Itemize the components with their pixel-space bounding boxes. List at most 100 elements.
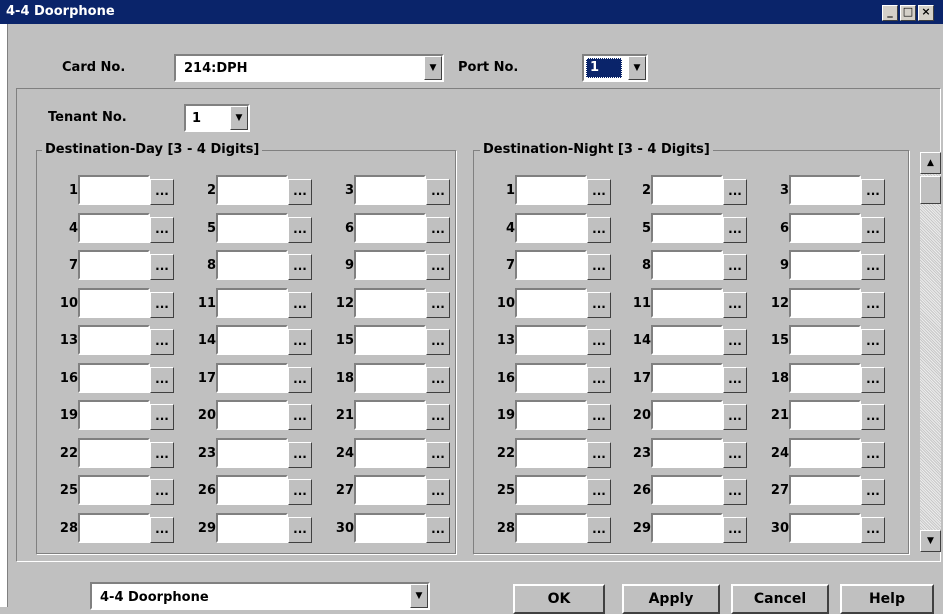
- night-destination-browse-button[interactable]: ...: [861, 517, 885, 543]
- day-destination-browse-button[interactable]: ...: [150, 292, 174, 318]
- apply-button[interactable]: Apply: [622, 584, 720, 614]
- night-destination-input[interactable]: [515, 513, 587, 543]
- day-destination-browse-button[interactable]: ...: [150, 329, 174, 355]
- night-destination-input[interactable]: [651, 400, 723, 430]
- night-destination-input[interactable]: [515, 438, 587, 468]
- day-destination-browse-button[interactable]: ...: [426, 404, 450, 430]
- day-destination-input[interactable]: [354, 400, 426, 430]
- day-destination-browse-button[interactable]: ...: [426, 217, 450, 243]
- day-destination-input[interactable]: [216, 325, 288, 355]
- title-bar[interactable]: [0, 0, 943, 24]
- night-destination-browse-button[interactable]: ...: [723, 217, 747, 243]
- day-destination-input[interactable]: [216, 475, 288, 505]
- day-destination-browse-button[interactable]: ...: [288, 217, 312, 243]
- day-destination-browse-button[interactable]: ...: [288, 292, 312, 318]
- screen-select-dropdown-arrow[interactable]: ▼: [410, 584, 428, 608]
- night-destination-browse-button[interactable]: ...: [587, 517, 611, 543]
- night-destination-input[interactable]: [789, 325, 861, 355]
- night-destination-browse-button[interactable]: ...: [587, 292, 611, 318]
- night-destination-input[interactable]: [515, 325, 587, 355]
- day-destination-browse-button[interactable]: ...: [426, 292, 450, 318]
- tenant-number-dropdown-arrow[interactable]: ▼: [230, 106, 248, 130]
- night-destination-input[interactable]: [789, 513, 861, 543]
- night-destination-input[interactable]: [515, 175, 587, 205]
- card-number-dropdown-arrow[interactable]: ▼: [424, 56, 442, 80]
- night-destination-input[interactable]: [515, 363, 587, 393]
- scroll-up-button[interactable]: ▲: [920, 152, 941, 174]
- day-destination-input[interactable]: [78, 325, 150, 355]
- night-destination-browse-button[interactable]: ...: [861, 404, 885, 430]
- night-destination-browse-button[interactable]: ...: [723, 179, 747, 205]
- night-destination-input[interactable]: [651, 475, 723, 505]
- night-destination-browse-button[interactable]: ...: [861, 442, 885, 468]
- close-button[interactable]: ×: [918, 5, 934, 21]
- night-destination-browse-button[interactable]: ...: [723, 329, 747, 355]
- day-destination-browse-button[interactable]: ...: [150, 179, 174, 205]
- night-destination-browse-button[interactable]: ...: [587, 254, 611, 280]
- day-destination-input[interactable]: [216, 438, 288, 468]
- day-destination-input[interactable]: [78, 175, 150, 205]
- night-destination-input[interactable]: [651, 213, 723, 243]
- day-destination-input[interactable]: [354, 438, 426, 468]
- day-destination-input[interactable]: [78, 513, 150, 543]
- card-number-select[interactable]: 214:DPH ▼: [174, 54, 444, 82]
- night-destination-input[interactable]: [515, 288, 587, 318]
- day-destination-browse-button[interactable]: ...: [288, 517, 312, 543]
- night-destination-input[interactable]: [789, 475, 861, 505]
- night-destination-browse-button[interactable]: ...: [861, 254, 885, 280]
- night-destination-browse-button[interactable]: ...: [861, 179, 885, 205]
- night-destination-input[interactable]: [651, 325, 723, 355]
- night-destination-browse-button[interactable]: ...: [861, 217, 885, 243]
- night-destination-browse-button[interactable]: ...: [723, 254, 747, 280]
- day-destination-input[interactable]: [78, 438, 150, 468]
- day-destination-input[interactable]: [216, 250, 288, 280]
- day-destination-browse-button[interactable]: ...: [426, 254, 450, 280]
- day-destination-browse-button[interactable]: ...: [150, 404, 174, 430]
- day-destination-browse-button[interactable]: ...: [288, 479, 312, 505]
- screen-select[interactable]: 4-4 Doorphone ▼: [90, 582, 430, 610]
- day-destination-browse-button[interactable]: ...: [426, 442, 450, 468]
- day-destination-browse-button[interactable]: ...: [426, 517, 450, 543]
- day-destination-input[interactable]: [354, 325, 426, 355]
- day-destination-input[interactable]: [354, 513, 426, 543]
- day-destination-browse-button[interactable]: ...: [150, 442, 174, 468]
- day-destination-input[interactable]: [216, 363, 288, 393]
- night-destination-browse-button[interactable]: ...: [587, 367, 611, 393]
- day-destination-input[interactable]: [354, 213, 426, 243]
- day-destination-input[interactable]: [354, 175, 426, 205]
- night-destination-browse-button[interactable]: ...: [861, 479, 885, 505]
- day-destination-browse-button[interactable]: ...: [150, 254, 174, 280]
- day-destination-browse-button[interactable]: ...: [288, 442, 312, 468]
- day-destination-browse-button[interactable]: ...: [288, 404, 312, 430]
- cancel-button[interactable]: Cancel: [731, 584, 829, 614]
- night-destination-input[interactable]: [651, 175, 723, 205]
- day-destination-input[interactable]: [216, 400, 288, 430]
- night-destination-input[interactable]: [515, 213, 587, 243]
- night-destination-input[interactable]: [651, 288, 723, 318]
- day-destination-input[interactable]: [216, 175, 288, 205]
- help-button[interactable]: Help: [840, 584, 934, 614]
- night-destination-input[interactable]: [789, 400, 861, 430]
- day-destination-input[interactable]: [78, 475, 150, 505]
- night-destination-input[interactable]: [651, 438, 723, 468]
- day-destination-input[interactable]: [78, 363, 150, 393]
- day-destination-input[interactable]: [78, 288, 150, 318]
- night-destination-browse-button[interactable]: ...: [861, 329, 885, 355]
- day-destination-input[interactable]: [354, 288, 426, 318]
- day-destination-browse-button[interactable]: ...: [426, 367, 450, 393]
- day-destination-browse-button[interactable]: ...: [426, 479, 450, 505]
- night-destination-input[interactable]: [651, 513, 723, 543]
- day-destination-input[interactable]: [78, 400, 150, 430]
- night-destination-input[interactable]: [789, 175, 861, 205]
- night-destination-input[interactable]: [651, 250, 723, 280]
- night-destination-input[interactable]: [789, 250, 861, 280]
- day-destination-browse-button[interactable]: ...: [150, 217, 174, 243]
- day-destination-browse-button[interactable]: ...: [426, 179, 450, 205]
- night-destination-browse-button[interactable]: ...: [587, 329, 611, 355]
- ok-button[interactable]: OK: [513, 584, 605, 614]
- tenant-number-select[interactable]: 1 ▼: [184, 104, 250, 132]
- day-destination-input[interactable]: [78, 250, 150, 280]
- night-destination-browse-button[interactable]: ...: [723, 517, 747, 543]
- night-destination-input[interactable]: [789, 438, 861, 468]
- port-number-select[interactable]: 1 ▼: [582, 54, 648, 82]
